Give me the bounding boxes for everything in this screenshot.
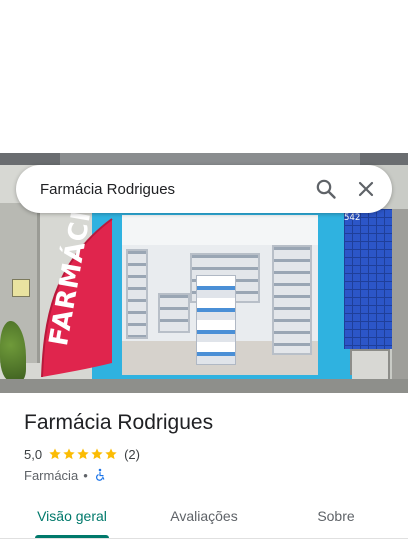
wheelchair-icon[interactable] [93, 468, 107, 482]
star-icon [90, 447, 104, 461]
star-icon [62, 447, 76, 461]
place-tabs: Visão geral Avaliações Sobre [0, 494, 408, 538]
display-counter [196, 275, 236, 365]
tab-reviews[interactable]: Avaliações [146, 494, 262, 538]
place-category: Farmácia [24, 467, 79, 483]
tab-about[interactable]: Sobre [292, 494, 380, 538]
search-bar[interactable]: Farmácia Rodrigues [16, 165, 392, 213]
search-input[interactable]: Farmácia Rodrigues [40, 181, 392, 198]
pharmacy-flag: FARMÁCIA [38, 188, 114, 383]
tabs-divider [0, 538, 408, 539]
star-icon [48, 447, 62, 461]
place-title: Farmácia Rodrigues [24, 411, 214, 434]
rating-value: 5,0 [24, 446, 43, 462]
tab-overview[interactable]: Visão geral [24, 494, 120, 538]
star-icon [76, 447, 90, 461]
photo-sign-strip [60, 153, 360, 165]
blue-tile-wall [344, 209, 392, 349]
map-empty-area [0, 0, 408, 153]
shelf [158, 293, 190, 333]
shelf [272, 245, 312, 355]
close-icon[interactable] [354, 177, 378, 201]
shelf [126, 249, 148, 339]
category-row: Farmácia • [24, 466, 107, 484]
photo-notice [12, 279, 30, 297]
photo-pillar [392, 209, 408, 393]
rating-row[interactable]: 5,0 (2) [24, 445, 140, 463]
meter-box [350, 349, 390, 381]
building-number: 542 [344, 213, 361, 223]
shop-ceiling [122, 215, 318, 245]
review-count[interactable]: (2) [124, 447, 140, 462]
star-icon [104, 447, 118, 461]
rating-stars [48, 447, 118, 461]
search-icon[interactable] [314, 177, 338, 201]
separator-dot: • [83, 467, 88, 483]
